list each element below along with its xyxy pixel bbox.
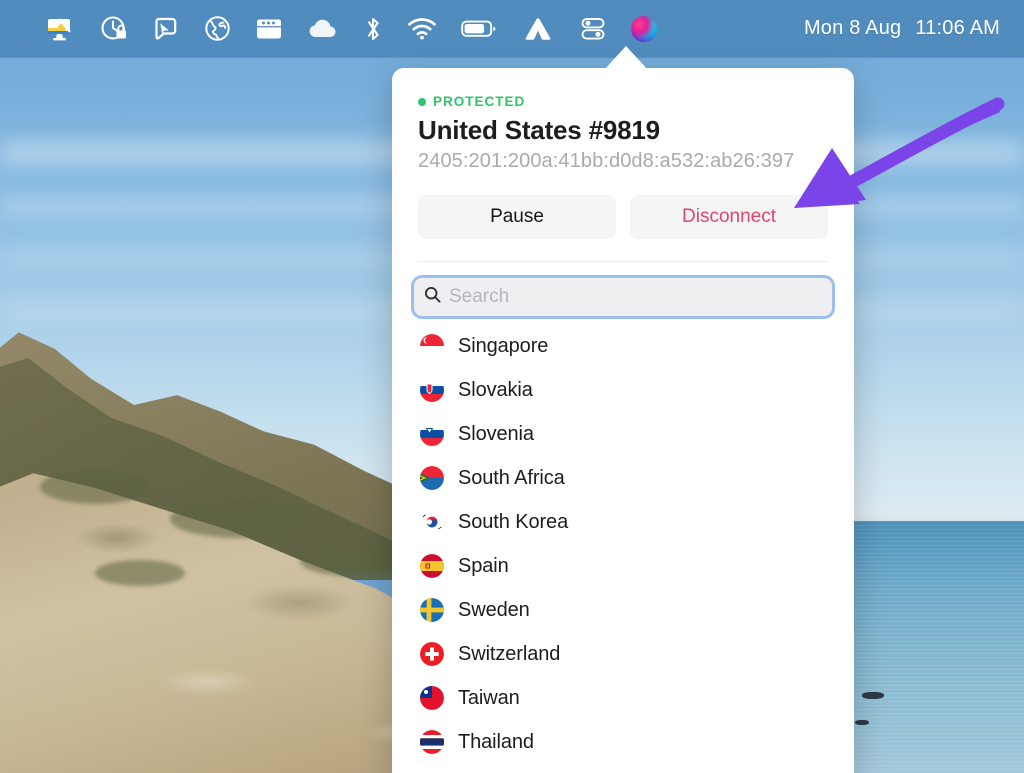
country-row-turkey[interactable]: Turkey xyxy=(414,764,832,773)
cloud-icon xyxy=(307,17,339,41)
country-row-taiwan[interactable]: Taiwan xyxy=(414,676,832,720)
country-row-thailand[interactable]: Thailand xyxy=(414,720,832,764)
flag-south-korea-icon xyxy=(420,510,444,534)
nordvpn-icon xyxy=(521,16,555,42)
flag-spain-icon xyxy=(420,554,444,578)
ip-address: 2405:201:200a:41bb:d0d8:a532:ab26:397 xyxy=(418,150,795,172)
country-list-area: Singapore Slovakia xyxy=(392,262,854,773)
country-row-south-korea[interactable]: South Korea xyxy=(414,500,832,544)
popover-tail xyxy=(604,46,648,70)
nordvpn-popover: PROTECTED United States #9819 2405:201:2… xyxy=(392,68,854,773)
country-row-spain[interactable]: Spain xyxy=(414,544,832,588)
country-row-south-africa[interactable]: South Africa xyxy=(414,456,832,500)
menubar-item-battery[interactable] xyxy=(449,0,509,58)
country-name: Singapore xyxy=(458,334,549,357)
flag-switzerland-icon xyxy=(420,642,444,666)
menubar-item-pointer[interactable] xyxy=(140,0,192,58)
display-screenshot-icon xyxy=(46,16,76,42)
country-name: Switzerland xyxy=(458,642,561,665)
flag-slovenia-icon xyxy=(420,422,444,446)
status-badge: PROTECTED xyxy=(418,94,828,109)
menubar-item-wifi[interactable] xyxy=(395,0,449,58)
country-name: Sweden xyxy=(458,598,530,621)
flag-south-africa-icon xyxy=(420,466,444,490)
wallpaper-scrub xyxy=(170,500,310,538)
status-label: PROTECTED xyxy=(433,94,526,109)
cursor-pointer-icon xyxy=(152,16,180,42)
menubar-item-display[interactable] xyxy=(34,0,88,58)
wallpaper-boat xyxy=(855,720,869,725)
pause-button[interactable]: Pause xyxy=(418,195,616,239)
bluetooth-icon xyxy=(363,15,383,43)
country-name: Slovakia xyxy=(458,378,533,401)
menubar-item-bluetooth[interactable] xyxy=(351,0,395,58)
search-icon xyxy=(424,286,441,308)
menubar-item-cloud[interactable] xyxy=(295,0,351,58)
country-name: South Africa xyxy=(458,466,565,489)
menubar-item-screen-time[interactable] xyxy=(88,0,140,58)
siri-icon xyxy=(631,15,657,42)
menubar-item-nordvpn[interactable] xyxy=(509,0,567,58)
menubar-item-globe[interactable] xyxy=(192,0,243,58)
menubar-clock[interactable]: Mon 8 Aug 11:06 AM xyxy=(790,17,1010,40)
disconnect-button[interactable]: Disconnect xyxy=(630,195,828,239)
wallpaper-scrub xyxy=(95,560,185,586)
country-row-switzerland[interactable]: Switzerland xyxy=(414,632,832,676)
search-input[interactable] xyxy=(449,278,822,316)
flag-taiwan-icon xyxy=(420,686,444,710)
popover-header: PROTECTED United States #9819 2405:201:2… xyxy=(392,68,854,262)
flag-sweden-icon xyxy=(420,598,444,622)
country-list: Singapore Slovakia Slovenia South Africa… xyxy=(414,324,832,773)
menubar-date: Mon 8 Aug xyxy=(803,17,902,39)
country-name: South Korea xyxy=(458,510,569,533)
search-field[interactable] xyxy=(414,278,832,316)
menu-bar: Mon 8 Aug 11:06 AM xyxy=(0,0,1024,58)
country-row-sweden[interactable]: Sweden xyxy=(414,588,832,632)
status-dot-icon xyxy=(418,97,426,106)
country-name: Taiwan xyxy=(458,686,520,709)
flag-slovakia-icon xyxy=(420,378,444,402)
menubar-time: 11:06 AM xyxy=(915,17,1000,39)
wifi-icon xyxy=(407,17,437,40)
wallpaper-boat xyxy=(862,692,884,699)
control-center-icon xyxy=(579,16,607,42)
action-buttons: Pause Disconnect xyxy=(418,195,828,239)
country-name: Spain xyxy=(458,554,509,577)
wallpaper-scrub xyxy=(40,470,150,504)
flag-thailand-icon xyxy=(420,730,444,754)
timer-lock-icon xyxy=(100,15,128,43)
flag-singapore-icon xyxy=(420,334,444,358)
country-name: Thailand xyxy=(458,730,534,753)
country-row-slovenia[interactable]: Slovenia xyxy=(414,412,832,456)
country-name: Slovenia xyxy=(458,422,534,445)
menubar-item-app-window[interactable] xyxy=(243,0,295,58)
window-app-icon xyxy=(255,17,283,41)
screen: Mon 8 Aug 11:06 AM PROTECTED United Stat… xyxy=(0,0,1024,773)
country-row-singapore[interactable]: Singapore xyxy=(414,324,832,368)
country-row-slovakia[interactable]: Slovakia xyxy=(414,368,832,412)
battery-icon xyxy=(461,19,497,39)
server-name: United States #9819 xyxy=(418,115,660,145)
globe-icon xyxy=(204,15,231,42)
